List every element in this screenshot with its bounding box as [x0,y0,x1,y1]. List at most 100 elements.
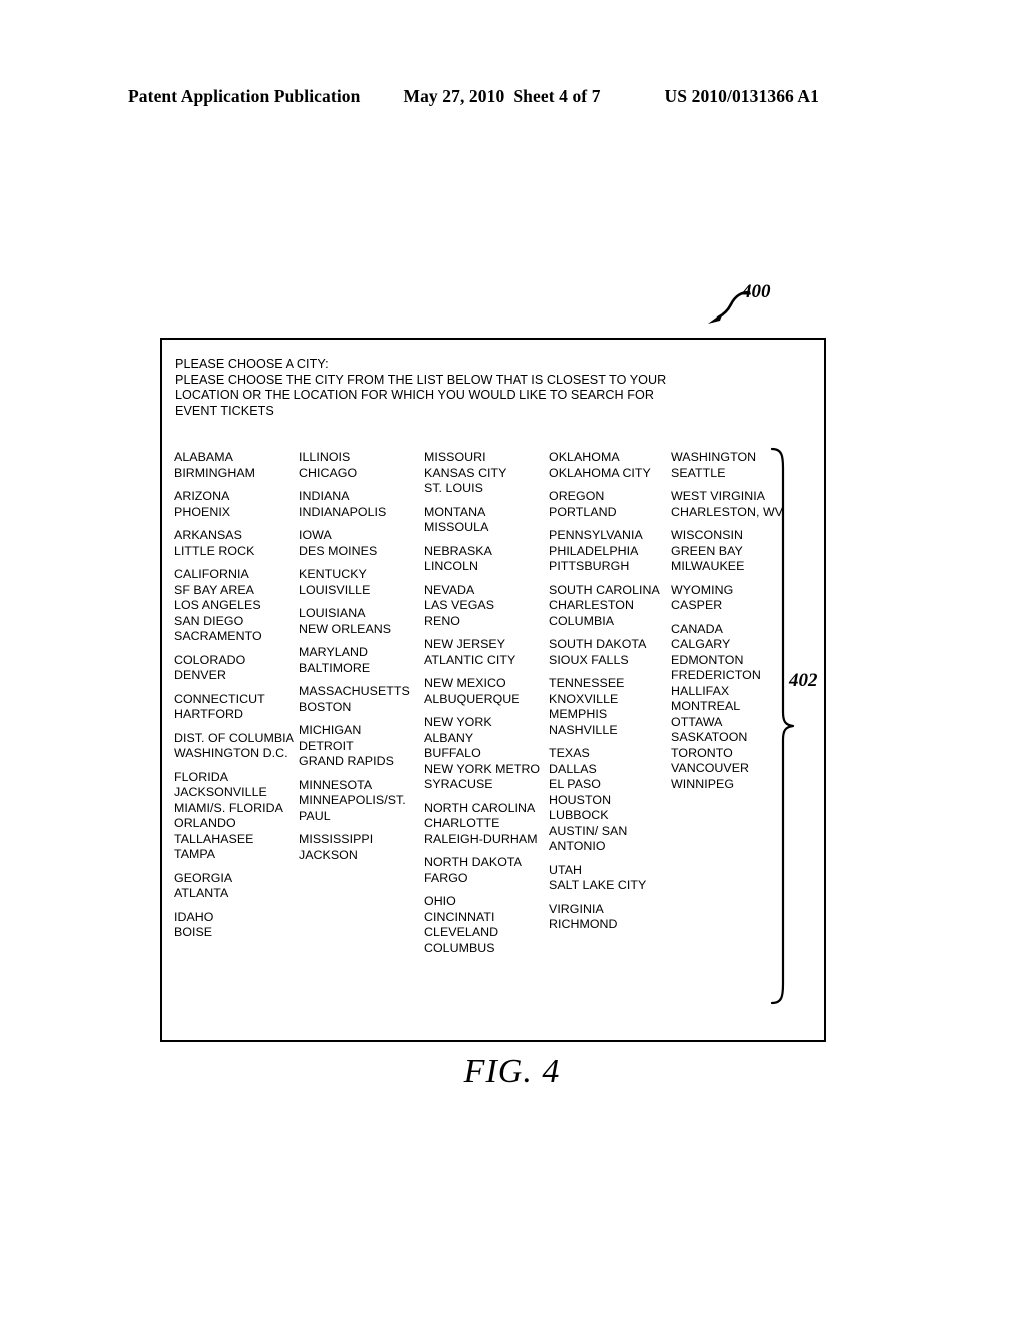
city-option[interactable]: NEW YORK METRO [424,762,549,778]
city-option[interactable]: GRAND RAPIDS [299,754,424,770]
city-option[interactable]: ATLANTA [174,886,299,902]
city-option[interactable]: SF BAY AREA [174,583,299,599]
city-option[interactable]: BOISE [174,925,299,941]
city-option[interactable]: EL PASO [549,777,671,793]
city-selection-screen: PLEASE CHOOSE A CITY: PLEASE CHOOSE THE … [160,338,826,1042]
state-name: NEW YORK [424,715,492,729]
state-name: INDIANA [299,489,350,503]
state-group: NEW YORK ALBANY BUFFALO NEW YORK METRO SYRAC… [424,715,549,793]
city-option[interactable]: BIRMINGHAM [174,466,299,482]
prompt-line-2: PLEASE CHOOSE THE CITY FROM THE LIST BEL… [175,372,667,387]
city-option[interactable]: DALLAS [549,762,671,778]
state-name: MISSISSIPPI [299,832,374,846]
state-group: CONNECTICUT HARTFORD [174,692,299,723]
city-option[interactable]: NEW ORLEANS [299,622,424,638]
city-option[interactable]: CHARLOTTE [424,816,549,832]
city-option[interactable]: LOUISVILLE [299,583,424,599]
city-option[interactable]: RICHMOND [549,917,671,933]
city-option[interactable]: BALTIMORE [299,661,424,677]
city-option[interactable]: LUBBOCK [549,808,671,824]
city-option[interactable]: COLUMBUS [424,941,549,957]
list-brace-icon [770,447,795,1005]
city-option[interactable]: RENO [424,614,549,630]
state-name: NEW MEXICO [424,676,506,690]
city-option[interactable]: MINNEAPOLIS/ST. [299,793,424,809]
city-option[interactable]: PHILADELPHIA [549,544,671,560]
city-list-column: OKLAHOMA OKLAHOMA CITY OREGON PORTLAND PENNS… [549,450,671,964]
city-option[interactable]: CLEVELAND [424,925,549,941]
city-option[interactable]: BOSTON [299,700,424,716]
state-name: GEORGIA [174,870,233,885]
state-group: ALABAMA BIRMINGHAM [174,450,299,481]
city-option[interactable]: JACKSON [299,848,424,864]
city-option[interactable]: KANSAS CITY [424,466,549,482]
city-option[interactable]: MISSOULA [424,520,549,536]
city-option[interactable]: COLUMBIA [549,614,671,630]
city-option[interactable]: SYRACUSE [424,777,549,793]
city-option[interactable]: SAN DIEGO [174,614,299,630]
state-name: ARKANSAS [174,528,242,542]
city-option[interactable]: TAMPA [174,847,299,863]
city-option[interactable]: PITTSBURGH [549,559,671,575]
city-option[interactable]: OKLAHOMA CITY [549,466,671,482]
city-option[interactable]: RALEIGH-DURHAM [424,832,549,848]
city-option[interactable]: PHOENIX [174,505,299,521]
city-option[interactable]: AUSTIN/ SAN [549,824,671,840]
state-group: OKLAHOMA OKLAHOMA CITY [549,450,671,481]
city-option[interactable]: LOS ANGELES [174,598,299,614]
state-name: SOUTH CAROLINA [549,582,660,597]
city-option[interactable]: JACKSONVILLE [174,785,299,801]
city-option[interactable]: NASHVILLE [549,723,671,739]
city-option[interactable]: PAUL [299,809,424,825]
state-group: TEXAS DALLAS EL PASO HOUSTON LUBBOCK AUSTIN/ … [549,746,671,855]
state-name: MICHIGAN [299,723,362,737]
city-option[interactable]: ALBUQUERQUE [424,692,549,708]
state-group: MISSOURI KANSAS CITY ST. LOUIS [424,450,549,497]
state-group: INDIANA INDIANAPOLIS [299,489,424,520]
city-option[interactable]: LAS VEGAS [424,598,549,614]
city-option[interactable]: TALLAHASEE [174,832,299,848]
state-group: ILLINOIS CHICAGO [299,450,424,481]
city-option[interactable]: SIOUX FALLS [549,653,671,669]
state-group: LOUISIANA NEW ORLEANS [299,606,424,637]
city-option[interactable]: CINCINNATI [424,910,549,926]
city-list-column: ALABAMA BIRMINGHAM ARIZONA PHOENIX ARKANSAS L… [174,450,299,964]
state-name: MONTANA [424,504,486,519]
publication-date: May 27, 2010 [403,86,505,106]
city-option[interactable]: SACRAMENTO [174,629,299,645]
city-option[interactable]: MEMPHIS [549,707,671,723]
city-list-column: ILLINOIS CHICAGO INDIANA INDIANAPOLIS IOWA DE… [299,450,424,964]
state-name: ALABAMA [174,450,233,464]
city-option[interactable]: DETROIT [299,739,424,755]
city-option[interactable]: LITTLE ROCK [174,544,299,560]
prompt-line-1: PLEASE CHOOSE A CITY: [175,357,329,371]
city-option[interactable]: ANTONIO [549,839,671,855]
city-option[interactable]: HARTFORD [174,707,299,723]
city-option[interactable]: HOUSTON [549,793,671,809]
state-group: NEBRASKA LINCOLN [424,544,549,575]
state-name: VIRGINIA [549,901,604,916]
city-option[interactable]: CHICAGO [299,466,424,482]
city-option[interactable]: WASHINGTON D.C. [174,746,299,762]
city-option[interactable]: FARGO [424,871,549,887]
city-option[interactable]: ATLANTIC CITY [424,653,549,669]
city-option[interactable]: LINCOLN [424,559,549,575]
state-name: NEVADA [424,582,475,597]
city-option[interactable]: SALT LAKE CITY [549,878,671,894]
city-option[interactable]: INDIANAPOLIS [299,505,424,521]
city-option[interactable]: ALBANY [424,731,549,747]
state-name: NORTH DAKOTA [424,855,522,869]
state-name: IOWA [299,528,332,542]
city-option[interactable]: ST. LOUIS [424,481,549,497]
city-option[interactable]: KNOXVILLE [549,692,671,708]
city-option[interactable]: DES MOINES [299,544,424,560]
city-option[interactable]: CHARLESTON [549,598,671,614]
city-option[interactable]: MIAMI/S. FLORIDA [174,801,299,817]
city-option[interactable]: PORTLAND [549,505,671,521]
state-group: NEVADA LAS VEGAS RENO [424,583,549,630]
city-option[interactable]: DENVER [174,668,299,684]
prompt-text: PLEASE CHOOSE A CITY: PLEASE CHOOSE THE … [175,357,805,419]
city-option[interactable]: ORLANDO [174,816,299,832]
state-name: OHIO [424,894,456,908]
city-option[interactable]: BUFFALO [424,746,549,762]
